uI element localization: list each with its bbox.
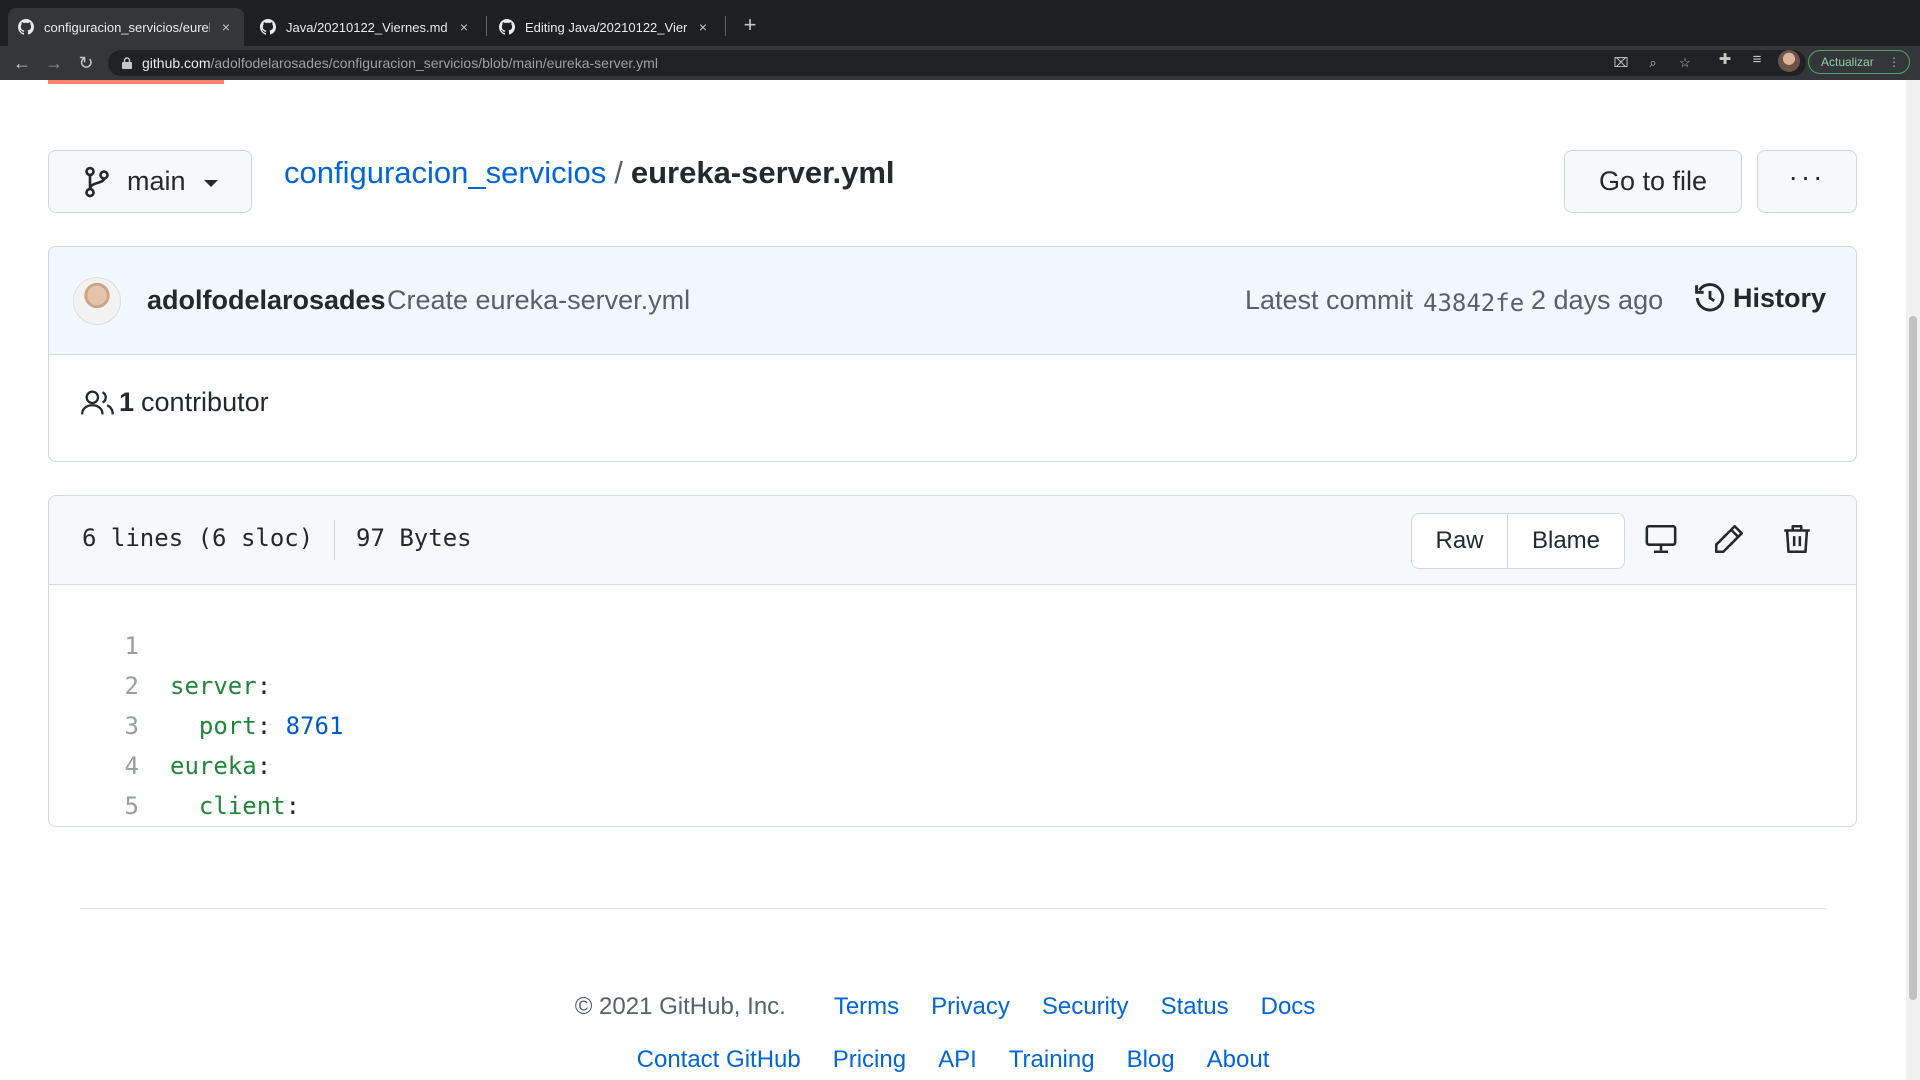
zoom-icon[interactable]: ⌕: [1645, 55, 1661, 71]
breadcrumb-repo-link[interactable]: configuracion_servicios: [284, 155, 606, 190]
file-viewer: 6 lines (6 sloc) 97 Bytes Raw Blame 1 se…: [48, 495, 1857, 827]
back-icon[interactable]: ←: [10, 51, 34, 75]
commit-message-link[interactable]: Create eureka-server.yml: [387, 285, 690, 316]
tab-separator: [486, 16, 487, 36]
browser-tab-active[interactable]: configuracion_servicios/eureka-server.ym…: [8, 8, 244, 46]
commit-author-link[interactable]: adolfodelarosades: [147, 285, 386, 316]
reading-list-icon[interactable]: ≡: [1748, 51, 1766, 69]
breadcrumb: configuracion_servicios / eureka-server.ym…: [284, 155, 895, 191]
history-link[interactable]: History: [1693, 281, 1826, 315]
git-branch-icon: [85, 166, 109, 197]
update-label: Actualizar: [1821, 55, 1874, 69]
file-header: 6 lines (6 sloc) 97 Bytes Raw Blame: [49, 496, 1856, 585]
tab-title: Java/20210122_Viernes.md at main: [286, 19, 448, 35]
footer-link-api[interactable]: API: [938, 1046, 977, 1074]
footer-links-secondary: Contact GitHub Pricing API Training Blog…: [0, 1046, 1906, 1074]
github-icon: [499, 19, 515, 35]
footer-link-status[interactable]: Status: [1161, 993, 1229, 1021]
code-text: register-with-eureka: false: [170, 826, 618, 827]
code-line: 6 fetch-registry: false: [49, 786, 1856, 826]
footer-link-about[interactable]: About: [1207, 1046, 1270, 1074]
contributor-label: contributor: [141, 387, 269, 417]
github-file-page: main configuracion_servicios / eureka-serv…: [0, 80, 1906, 1080]
commit-sha-link[interactable]: 43842fe: [1423, 289, 1524, 317]
code-line: 4 client:: [49, 706, 1856, 820]
forward-icon[interactable]: →: [42, 51, 66, 75]
scrollbar-thumb[interactable]: [1909, 316, 1917, 1000]
browser-toolbar: ← → ↻ github.com/adolfodelarosades/confi…: [0, 46, 1920, 80]
browser-tab-strip: configuracion_servicios/eureka-server.ym…: [0, 0, 1920, 46]
commit-bar: adolfodelarosades Create eureka-server.y…: [49, 247, 1856, 355]
url-path: /adolfodelarosades/configuracion_servici…: [210, 55, 658, 71]
tab-title: configuracion_servicios/eureka-server.ym…: [44, 19, 210, 35]
tab-close-button[interactable]: ×: [218, 19, 234, 35]
tab-separator: [725, 16, 726, 36]
footer-link-privacy[interactable]: Privacy: [931, 993, 1010, 1021]
footer-links-primary: © 2021 GitHub, Inc. Terms Privacy Securi…: [0, 993, 1906, 1021]
code-line: 3 eureka:: [49, 666, 1856, 780]
branch-name: main: [127, 166, 186, 196]
pencil-icon[interactable]: [1712, 522, 1746, 556]
contributors-row[interactable]: 1 contributor: [81, 387, 269, 418]
raw-button[interactable]: Raw: [1412, 514, 1508, 568]
file-size: 97 Bytes: [356, 524, 472, 552]
line-number[interactable]: 6: [89, 826, 139, 827]
browser-tab[interactable]: Java/20210122_Viernes.md at main ×: [250, 8, 482, 46]
file-line-count: 6 lines (6 sloc): [82, 524, 314, 552]
translate-icon[interactable]: ⌧: [1613, 55, 1629, 71]
new-tab-button[interactable]: +: [738, 12, 762, 38]
reload-icon[interactable]: ↻: [74, 51, 98, 75]
browser-tab[interactable]: Editing Java/20210122_Viernes.md ×: [489, 8, 721, 46]
footer-link-terms[interactable]: Terms: [834, 993, 899, 1021]
bookmark-star-icon[interactable]: ☆: [1677, 55, 1693, 71]
commit-age: 2 days ago: [1531, 285, 1664, 315]
blame-button[interactable]: Blame: [1508, 514, 1624, 568]
footer-link-docs[interactable]: Docs: [1261, 993, 1316, 1021]
file-action-buttons: Raw Blame: [1411, 513, 1625, 569]
tab-close-button[interactable]: ×: [695, 19, 711, 35]
footer-link-contact[interactable]: Contact GitHub: [637, 1046, 801, 1074]
go-to-file-button[interactable]: Go to file: [1564, 150, 1742, 213]
contributor-count: 1: [119, 387, 135, 417]
footer-link-pricing[interactable]: Pricing: [833, 1046, 906, 1074]
address-bar[interactable]: github.com/adolfodelarosades/configuraci…: [108, 50, 1806, 76]
breadcrumb-file-name: eureka-server.yml: [630, 155, 895, 190]
footer-divider: [80, 908, 1826, 909]
page-scrollbar[interactable]: [1906, 80, 1920, 1080]
github-icon: [18, 19, 34, 35]
url-text[interactable]: github.com/adolfodelarosades/configuraci…: [142, 55, 658, 71]
breadcrumb-separator: /: [614, 155, 623, 190]
browser-menu-icon[interactable]: ⋮: [1888, 51, 1900, 73]
author-avatar[interactable]: [73, 277, 121, 325]
history-icon: [1695, 283, 1725, 312]
footer-link-blog[interactable]: Blog: [1127, 1046, 1175, 1074]
footer-link-security[interactable]: Security: [1042, 993, 1129, 1021]
latest-commit-box: adolfodelarosades Create eureka-server.y…: [48, 246, 1857, 462]
footer-link-training[interactable]: Training: [1009, 1046, 1095, 1074]
code-line: 2 port: 8761: [49, 626, 1856, 740]
trash-icon[interactable]: [1780, 522, 1814, 556]
code-line: 1 server:: [49, 586, 1856, 700]
extensions-icon[interactable]: ✚: [1716, 51, 1734, 69]
github-icon: [260, 19, 276, 35]
tab-close-button[interactable]: ×: [456, 19, 472, 35]
profile-avatar[interactable]: [1778, 50, 1800, 72]
tab-title: Editing Java/20210122_Viernes.md: [525, 19, 687, 35]
more-options-button[interactable]: ···: [1757, 150, 1857, 213]
file-info-divider: [334, 520, 335, 560]
url-host: github.com: [142, 55, 211, 71]
footer-copyright: © 2021 GitHub, Inc.: [574, 993, 786, 1020]
repo-nav-active-underline: [48, 80, 224, 84]
branch-select-button[interactable]: main: [48, 150, 252, 213]
caret-down-icon: [203, 180, 218, 187]
latest-commit-label: Latest commit: [1245, 285, 1414, 315]
lock-icon[interactable]: [122, 57, 132, 69]
desktop-icon[interactable]: [1644, 522, 1678, 556]
people-icon: [81, 390, 114, 414]
history-label: History: [1733, 282, 1827, 313]
update-browser-button[interactable]: Actualizar ⋮: [1808, 50, 1910, 74]
code-line: 5 register-with-eureka: false: [49, 746, 1856, 820]
code-view: 1 server: 2 port: 8761 3 eureka: 4 clien…: [49, 586, 1856, 826]
